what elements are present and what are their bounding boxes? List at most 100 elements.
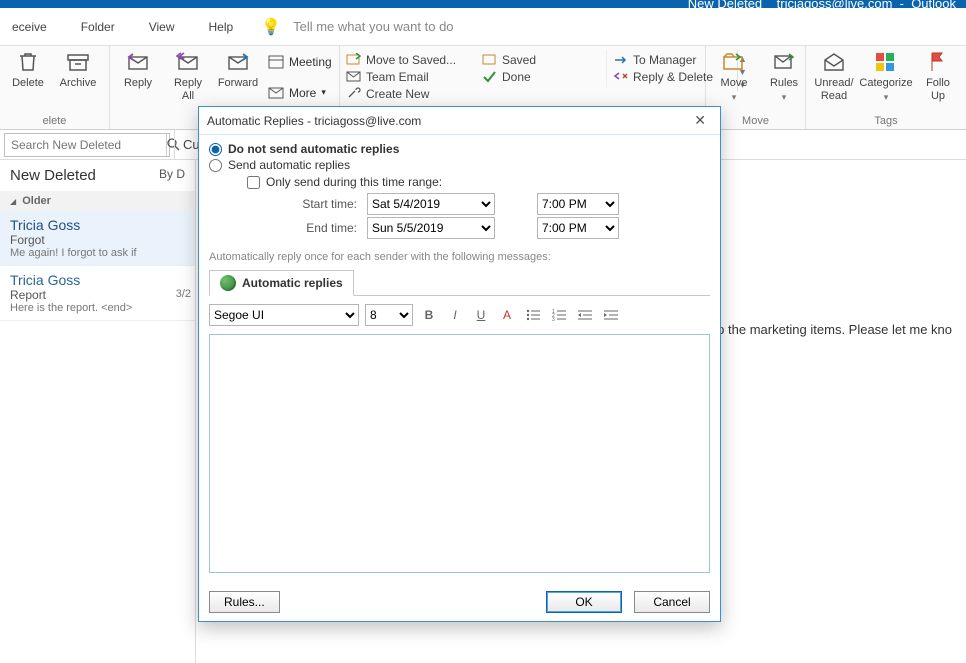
menu-folder[interactable]: Folder	[75, 20, 121, 34]
reply-all-label2: All	[182, 90, 194, 102]
font-size-select[interactable]: 8	[365, 304, 413, 326]
mail-item[interactable]: Tricia Goss Report Here is the report. <…	[0, 266, 195, 321]
start-date-select[interactable]: Sat 5/4/2019	[367, 193, 495, 215]
checkbox-only-range[interactable]: Only send during this time range:	[247, 175, 710, 189]
mail-date: 3/2	[176, 288, 191, 300]
ok-button[interactable]: OK	[546, 591, 622, 613]
number-list-button[interactable]: 123	[549, 305, 569, 325]
indent-button[interactable]	[601, 305, 621, 325]
categorize-button[interactable]: Categorize ▾	[864, 50, 908, 103]
followup-button[interactable]: Follo Up	[918, 50, 958, 102]
mail-from: Tricia Goss	[10, 217, 185, 233]
mail-preview: Me again! I forgot to ask if	[10, 247, 185, 259]
tell-me-input[interactable]: Tell me what you want to do	[293, 19, 453, 34]
check-icon	[482, 70, 497, 84]
forward-button[interactable]: Forward	[218, 50, 258, 89]
group-older[interactable]: ◢ Older	[0, 191, 195, 211]
start-time-select[interactable]: 7:00 PM	[537, 193, 619, 215]
folder-name: New Deleted	[10, 167, 96, 184]
more-button[interactable]: More ▾	[268, 85, 332, 100]
archive-icon	[64, 50, 92, 74]
outdent-button[interactable]	[575, 305, 595, 325]
reply-all-icon	[174, 50, 202, 74]
calendar-icon	[268, 54, 284, 69]
end-date-select[interactable]: Sun 5/5/2019	[367, 217, 495, 239]
meeting-label: Meeting	[289, 55, 332, 69]
rules-icon	[770, 50, 798, 74]
radio-do-not-send-input[interactable]	[209, 143, 222, 156]
more-icon	[268, 85, 284, 100]
rules-button[interactable]: Rules ▾	[764, 50, 804, 103]
delete-button[interactable]: Delete	[8, 50, 48, 89]
move-button[interactable]: Move ▾	[714, 50, 754, 103]
envelope-icon	[346, 70, 361, 84]
radio-send-label: Send automatic replies	[228, 158, 350, 172]
tab-automatic-replies[interactable]: Automatic replies	[209, 270, 354, 296]
search-input[interactable]	[5, 138, 166, 152]
followup-l2: Up	[931, 90, 945, 102]
radio-send-input[interactable]	[209, 159, 222, 172]
format-toolbar: Segoe UI 8 B I U A 123	[209, 304, 710, 326]
folder-move-icon	[346, 53, 361, 67]
reply-editor[interactable]	[209, 334, 710, 573]
forward-arrow-icon	[613, 53, 628, 67]
categorize-label: Categorize	[859, 77, 912, 89]
cancel-button[interactable]: Cancel	[634, 591, 710, 613]
menubar: eceive Folder View Help 💡 Tell me what y…	[0, 8, 966, 46]
unread-read-button[interactable]: Unread/ Read	[814, 50, 854, 102]
mail-item[interactable]: Tricia Goss Forgot Me again! I forgot to…	[0, 211, 195, 266]
menu-view[interactable]: View	[143, 20, 181, 34]
reply-all-button[interactable]: Reply All	[168, 50, 208, 102]
reply-all-label1: Reply	[174, 77, 202, 89]
archive-button[interactable]: Archive	[58, 50, 98, 89]
mail-subject: Forgot	[10, 233, 185, 247]
menu-receive[interactable]: eceive	[6, 20, 53, 34]
qs-move-saved[interactable]: Move to Saved...	[346, 52, 464, 68]
unread-l2: Read	[821, 90, 847, 102]
italic-button[interactable]: I	[445, 305, 465, 325]
close-icon: ✕	[694, 112, 706, 128]
app-titlebar: New Deleted triciagoss@live.com - Outloo…	[0, 0, 966, 8]
reply-button[interactable]: Reply	[118, 50, 158, 89]
rules-label: Rules	[770, 77, 798, 89]
titlebar-account: triciagoss@live.com	[777, 0, 893, 11]
qs-done[interactable]: Done	[482, 69, 600, 85]
font-color-button[interactable]: A	[497, 305, 517, 325]
rules-dialog-button[interactable]: Rules...	[209, 591, 280, 613]
menu-help[interactable]: Help	[203, 20, 240, 34]
chevron-down-icon: ▾	[321, 87, 326, 98]
dialog-tabs: Automatic replies	[209, 269, 710, 296]
number-list-icon: 123	[552, 309, 566, 321]
underline-button[interactable]: U	[471, 305, 491, 325]
checkbox-only-range-input[interactable]	[247, 176, 260, 189]
sort-by[interactable]: By D	[159, 167, 185, 184]
forward-icon	[224, 50, 252, 74]
delete-group-label: elete	[8, 112, 101, 129]
radio-send[interactable]: Send automatic replies	[209, 157, 710, 173]
qs-saved[interactable]: Saved	[482, 52, 600, 68]
titlebar-status: New Deleted	[688, 0, 762, 11]
qs-create-new[interactable]: Create New	[346, 86, 464, 102]
qs-team-email[interactable]: Team Email	[346, 69, 464, 85]
bullet-list-button[interactable]	[523, 305, 543, 325]
trash-icon	[14, 50, 42, 74]
mail-subject: Report	[10, 288, 185, 302]
envelope-open-icon	[820, 50, 848, 74]
meeting-button[interactable]: Meeting	[268, 54, 332, 69]
bold-icon: B	[425, 308, 434, 322]
unread-l1: Unread/	[814, 77, 853, 89]
font-name-select[interactable]: Segoe UI	[209, 304, 359, 326]
font-color-icon: A	[503, 308, 511, 322]
close-button[interactable]: ✕	[688, 110, 712, 131]
search-box[interactable]	[4, 133, 170, 157]
mail-list-pane: New Deleted By D ◢ Older Tricia Goss For…	[0, 160, 196, 663]
start-time-label: Start time:	[247, 197, 357, 211]
svg-text:3: 3	[552, 317, 555, 321]
reply-label: Reply	[124, 77, 152, 89]
automatic-replies-dialog: Automatic Replies - triciagoss@live.com …	[198, 106, 721, 622]
end-time-select[interactable]: 7:00 PM	[537, 217, 619, 239]
bold-button[interactable]: B	[419, 305, 439, 325]
reply-icon	[124, 50, 152, 74]
chevron-down-icon: ▾	[884, 92, 889, 103]
radio-do-not-send[interactable]: Do not send automatic replies	[209, 141, 710, 157]
